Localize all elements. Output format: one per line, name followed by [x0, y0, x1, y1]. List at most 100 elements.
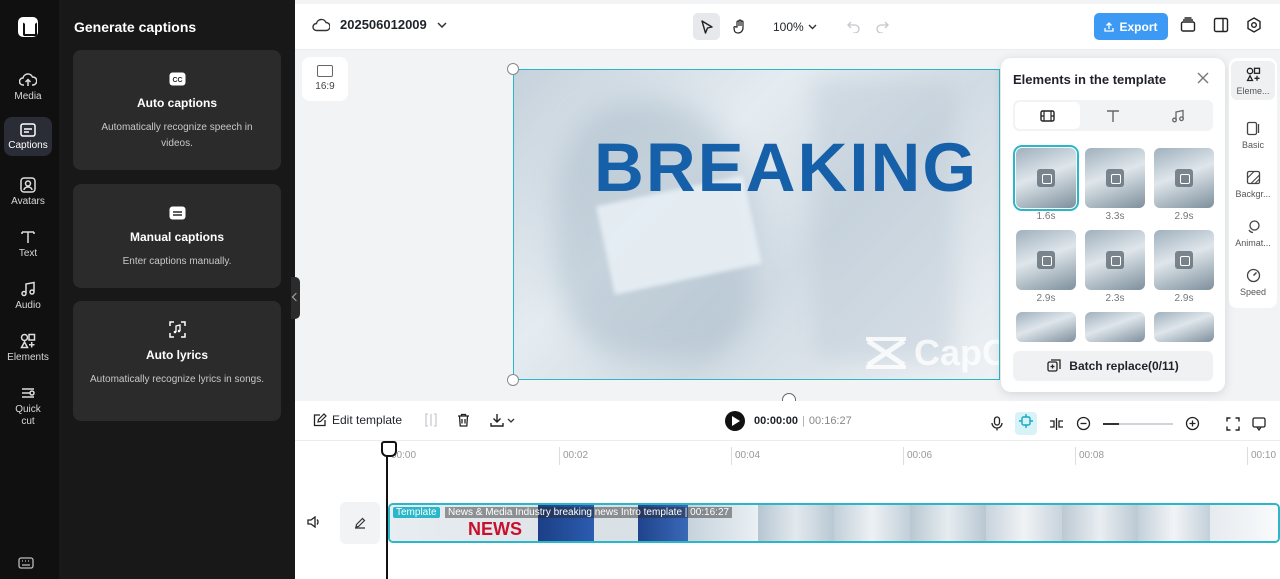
template-element-thumb[interactable]: [1085, 148, 1145, 208]
template-element-thumb[interactable]: [1085, 230, 1145, 290]
gear-icon[interactable]: [1246, 17, 1262, 33]
template-element-thumb[interactable]: [1016, 230, 1076, 290]
zoom-in-icon[interactable]: [1185, 416, 1200, 431]
card-desc: Enter captions manually.: [122, 256, 232, 267]
split-icon[interactable]: [425, 413, 437, 427]
rail-item-text[interactable]: Text: [4, 229, 52, 260]
keyboard-shortcuts-icon[interactable]: [18, 556, 34, 574]
auto-snap-toggle[interactable]: [1015, 412, 1037, 435]
rail-label: Quick cut: [15, 404, 41, 427]
close-icon[interactable]: [1197, 72, 1209, 84]
clip-frame: [986, 505, 1062, 541]
clip-name: News & Media Industry breaking news Intr…: [445, 507, 733, 518]
resize-handle[interactable]: [507, 374, 519, 386]
prop-label: Animat...: [1235, 238, 1271, 248]
cursor-icon: [700, 19, 713, 34]
film-icon: [1040, 109, 1055, 122]
edit-cover-button[interactable]: [340, 502, 380, 544]
video-track-clip[interactable]: Template News & Media Industry breaking …: [388, 503, 1280, 543]
play-button[interactable]: [725, 411, 745, 431]
split-layout-icon[interactable]: [1213, 17, 1229, 33]
timeline-zoom-slider[interactable]: [1103, 422, 1173, 425]
template-element-thumb[interactable]: [1154, 148, 1214, 208]
rail-item-captions[interactable]: Captions: [4, 117, 52, 156]
hand-icon: [732, 19, 744, 34]
video-preview[interactable]: BREAKING CapC: [513, 69, 1000, 380]
prop-speed[interactable]: Speed: [1231, 268, 1275, 297]
replace-icon: [1037, 251, 1055, 269]
timeline: 00:00 00:02 00:04 00:06 00:08 00:10 Temp…: [295, 441, 1280, 579]
project-selector[interactable]: 202506012009: [312, 17, 447, 32]
microphone-icon[interactable]: [991, 416, 1003, 431]
elements-panel-title: Elements in the template: [1013, 72, 1167, 87]
download-dropdown[interactable]: [490, 413, 515, 427]
watermark-text: CapC: [914, 332, 1000, 373]
headline-text: BREAKING: [594, 129, 979, 206]
timeline-toolbar: Edit template 00:00:00 | 00:16:27: [295, 401, 1280, 441]
edit-template-button[interactable]: Edit template: [313, 413, 402, 427]
trash-icon[interactable]: [457, 413, 470, 427]
template-element-thumb[interactable]: [1154, 230, 1214, 290]
auto-captions-card[interactable]: CC Auto captions Automatically recognize…: [73, 50, 281, 170]
elements-icon: [1245, 67, 1260, 82]
rail-label: Elements: [7, 352, 49, 363]
timecode: 00:00:00 | 00:16:27: [754, 415, 852, 427]
auto-lyrics-card[interactable]: Auto lyrics Automatically recognize lyri…: [73, 301, 281, 421]
scene-shape: [814, 80, 954, 360]
comment-icon[interactable]: [1252, 416, 1266, 431]
ruler-tick: 00:08: [1075, 447, 1104, 465]
replace-icon: [1175, 251, 1193, 269]
collapse-panel-button[interactable]: [291, 277, 300, 319]
stack-layers-icon[interactable]: [1180, 17, 1196, 33]
zoom-out-icon[interactable]: [1076, 416, 1091, 431]
template-element-thumb[interactable]: [1013, 145, 1079, 211]
zoom-dropdown[interactable]: 100%: [773, 20, 817, 34]
tab-video[interactable]: [1015, 102, 1081, 129]
tab-audio[interactable]: [1146, 102, 1211, 129]
aspect-ratio-button[interactable]: 16:9: [302, 57, 348, 101]
prop-label: Basic: [1241, 140, 1264, 150]
select-tool-button[interactable]: [693, 13, 720, 40]
volume-icon[interactable]: [307, 516, 321, 528]
split-clip-icon[interactable]: [1049, 417, 1064, 431]
tab-text[interactable]: [1080, 102, 1145, 129]
template-element-thumb[interactable]: [1016, 312, 1076, 342]
resize-handle[interactable]: [507, 63, 519, 75]
quick-cut-icon: [22, 388, 35, 398]
element-duration: 2.9s: [1174, 293, 1194, 304]
rail-item-media[interactable]: Media: [4, 72, 52, 103]
card-title: Auto captions: [137, 96, 217, 110]
text-icon: [21, 231, 35, 243]
prop-basic[interactable]: Basic: [1231, 121, 1275, 150]
template-element-thumb[interactable]: [1154, 312, 1214, 342]
rail-item-quick-cut[interactable]: Quick cut: [4, 385, 52, 428]
rail-item-avatars[interactable]: Avatars: [4, 177, 52, 208]
element-duration: 2.9s: [1174, 211, 1194, 222]
redo-icon[interactable]: [876, 21, 889, 33]
rail-item-elements[interactable]: Elements: [4, 333, 52, 364]
playhead[interactable]: [381, 441, 397, 579]
time-ruler[interactable]: 00:00 00:02 00:04 00:06 00:08 00:10: [387, 447, 1280, 467]
prop-elements[interactable]: Eleme...: [1231, 61, 1275, 100]
prop-background[interactable]: Backgr...: [1231, 170, 1275, 199]
undo-icon[interactable]: [846, 21, 860, 33]
template-element-thumb[interactable]: [1085, 312, 1145, 342]
manual-captions-card[interactable]: Manual captions Enter captions manually.: [73, 184, 281, 288]
cc-icon: CC: [169, 72, 185, 86]
export-button[interactable]: Export: [1094, 13, 1168, 40]
prop-animation[interactable]: Animat...: [1231, 219, 1275, 248]
upload-icon: [1104, 21, 1115, 32]
rail-label: Captions: [8, 140, 48, 151]
rail-item-audio[interactable]: Audio: [4, 281, 52, 312]
card-title: Auto lyrics: [145, 348, 208, 362]
hand-tool-button[interactable]: [726, 13, 753, 40]
clip-news-text: NEWS: [468, 519, 522, 539]
capcut-logo-icon[interactable]: [18, 17, 38, 37]
pencil-icon: [355, 517, 366, 529]
aspect-ratio-icon: [317, 65, 333, 77]
edit-template-label: Edit template: [332, 413, 403, 427]
batch-replace-button[interactable]: Batch replace(0/11): [1013, 351, 1213, 381]
svg-text:CC: CC: [172, 77, 182, 84]
fullscreen-icon[interactable]: [1226, 416, 1240, 431]
top-bar: 202506012009 100% Export: [295, 4, 1280, 50]
